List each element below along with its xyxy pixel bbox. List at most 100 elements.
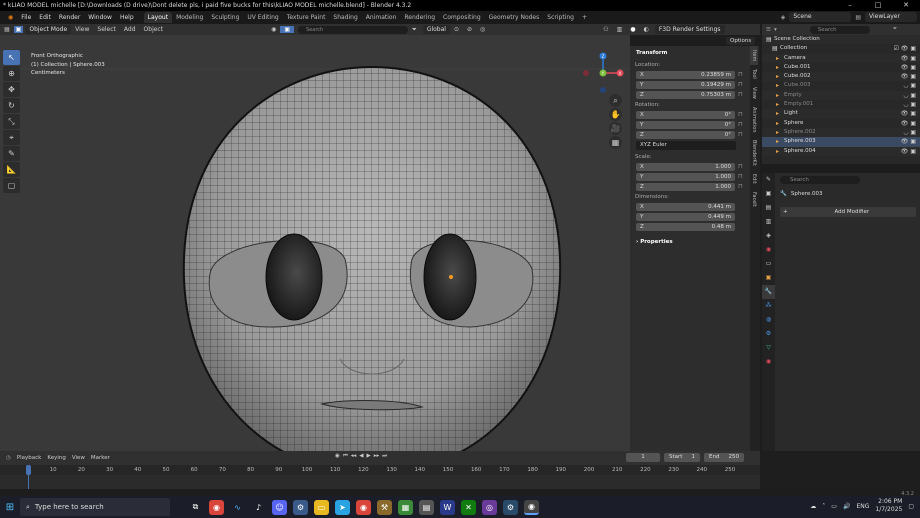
- annotate-tool-icon[interactable]: ✎: [3, 146, 20, 161]
- edge-icon[interactable]: ∿: [230, 500, 245, 515]
- add-modifier-button[interactable]: + Add Modifier: [780, 207, 916, 217]
- object-mode-dropdown[interactable]: Object Mode: [25, 25, 72, 34]
- outliner-editor-icon[interactable]: ☰: [766, 27, 771, 33]
- world-props-icon[interactable]: ◉: [762, 243, 775, 257]
- task-view-icon[interactable]: ⧉: [188, 500, 203, 515]
- word-icon[interactable]: W: [440, 499, 455, 515]
- shading-solid-icon[interactable]: ●: [626, 26, 639, 33]
- outliner-item-light[interactable]: ▸ Light 👁 ▣: [762, 109, 920, 119]
- collection-row[interactable]: ▤ Collection ☑ 👁 ▣: [762, 44, 920, 53]
- outliner-item-empty-001[interactable]: ▸ Empty.001 ◡ ▣: [762, 100, 920, 109]
- lock-icon[interactable]: ⊓: [735, 163, 746, 170]
- jump-end-icon[interactable]: ⏭: [382, 453, 387, 460]
- tab-view[interactable]: View: [750, 83, 758, 103]
- 3d-viewport[interactable]: [0, 24, 630, 451]
- outliner-item-cube-001[interactable]: ▸ Cube.001 👁 ▣: [762, 63, 920, 72]
- hidden-eye-icon[interactable]: ◡ ▣: [903, 128, 916, 137]
- location-x-row[interactable]: X 0.23859 m ⊓: [636, 70, 746, 79]
- measure-tool-icon[interactable]: 📐: [3, 162, 20, 177]
- tab-animation[interactable]: Animation: [750, 103, 758, 137]
- properties-header[interactable]: › Properties: [630, 235, 750, 249]
- navigation-gizmo[interactable]: Z X Y: [582, 52, 624, 94]
- menu-select[interactable]: Select: [93, 26, 120, 33]
- weather-icon[interactable]: ☁: [810, 503, 816, 510]
- outliner-item-empty[interactable]: ▸ Empty ◡ ▣: [762, 90, 920, 101]
- menu-marker[interactable]: Marker: [91, 455, 110, 461]
- cursor-tool-icon[interactable]: ⊕: [3, 66, 20, 81]
- dimensions-y-row[interactable]: Y 0.449 m: [636, 212, 746, 221]
- lock-icon[interactable]: ⊓: [735, 173, 746, 180]
- telegram-icon[interactable]: ➤: [335, 499, 350, 515]
- location-y-field[interactable]: 0.19429 m: [701, 81, 731, 89]
- location-z-row[interactable]: Z 0.75303 m ⊓: [636, 90, 746, 99]
- lock-icon[interactable]: ⊓: [735, 91, 746, 98]
- view-layer-icon[interactable]: ▤: [855, 14, 861, 21]
- play-icon[interactable]: ▶: [367, 453, 371, 460]
- clock[interactable]: 2:06 PM 1/7/2025: [875, 498, 902, 514]
- lock-icon[interactable]: ⊓: [735, 183, 746, 190]
- scale-y-row[interactable]: Y 1.000 ⊓: [636, 172, 746, 181]
- tab-texture-paint[interactable]: Texture Paint: [283, 12, 330, 23]
- selectability-icon[interactable]: ▣: [280, 26, 294, 33]
- rotation-z-row[interactable]: Z 0° ⊓: [636, 130, 746, 139]
- tool-props-icon[interactable]: ✎: [762, 173, 775, 187]
- tab-uv-editing[interactable]: UV Editing: [243, 12, 282, 23]
- material-props-icon[interactable]: ◉: [762, 355, 775, 369]
- blender-taskbar-icon[interactable]: ◉: [524, 499, 539, 515]
- dimensions-x-row[interactable]: X 0.441 m: [636, 202, 746, 211]
- tab-faceit[interactable]: FaceIt: [750, 188, 758, 211]
- rotation-y-field[interactable]: 0°: [725, 121, 731, 129]
- timeline-editor-icon[interactable]: ◷: [6, 455, 11, 461]
- proportional-edit-icon[interactable]: ◎: [476, 26, 489, 33]
- scale-y-field[interactable]: 1.000: [715, 173, 731, 181]
- network-icon[interactable]: ▭: [831, 503, 837, 510]
- lock-icon[interactable]: ⊓: [735, 131, 746, 138]
- next-key-icon[interactable]: ▸▸: [374, 453, 380, 460]
- scene-props-icon[interactable]: ◈: [762, 229, 775, 243]
- end-frame-field[interactable]: End 250: [704, 453, 744, 462]
- add-workspace-button[interactable]: +: [578, 12, 591, 23]
- outliner-item-cube-002[interactable]: ▸ Cube.002 👁 ▣: [762, 72, 920, 82]
- xbox-icon[interactable]: ✕: [461, 499, 476, 515]
- windows-start-icon[interactable]: ⊞: [0, 502, 20, 513]
- chevron-up-icon[interactable]: ˄: [822, 503, 825, 510]
- outliner-item-sphere[interactable]: ▸ Sphere 👁 ▣: [762, 119, 920, 128]
- lock-icon[interactable]: ⊓: [735, 71, 746, 78]
- close-button[interactable]: ✕: [892, 0, 920, 11]
- collection-props-icon[interactable]: ▭: [762, 257, 775, 271]
- outliner-item-sphere-002[interactable]: ▸ Sphere.002 ◡ ▣: [762, 127, 920, 138]
- tab-animation[interactable]: Animation: [362, 12, 401, 23]
- steam-alt-icon[interactable]: ⚙: [503, 499, 518, 515]
- sound-icon[interactable]: ♪: [251, 500, 266, 515]
- steam-icon[interactable]: ⚙: [293, 499, 308, 515]
- outliner-item-sphere-004[interactable]: ▸ Sphere.004 👁 ▣: [762, 146, 920, 156]
- scene-collection-row[interactable]: ▤ Scene Collection: [762, 35, 920, 45]
- tab-blenderkit[interactable]: BlenderKit: [750, 136, 758, 170]
- menu-playback[interactable]: Playback: [17, 455, 42, 461]
- scale-x-row[interactable]: X 1.000 ⊓: [636, 162, 746, 171]
- physics-props-icon[interactable]: ◍: [762, 313, 775, 327]
- add-cube-tool-icon[interactable]: ▢: [3, 178, 20, 193]
- menu-window[interactable]: Window: [84, 14, 116, 21]
- xray-icon[interactable]: ▥: [613, 26, 627, 33]
- menu-file[interactable]: File: [17, 14, 35, 21]
- tab-rendering[interactable]: Rendering: [400, 12, 439, 23]
- rotation-x-row[interactable]: X 0° ⊓: [636, 110, 746, 119]
- play-reverse-icon[interactable]: ◀: [359, 453, 363, 460]
- location-z-field[interactable]: 0.75303 m: [701, 91, 731, 99]
- filter-icon[interactable]: ⏷: [893, 26, 897, 33]
- dimensions-x-field[interactable]: 0.441 m: [708, 203, 731, 211]
- tab-tool[interactable]: Tool: [750, 65, 758, 83]
- pivot-icon[interactable]: ⊙: [450, 26, 463, 33]
- camera-view-icon[interactable]: 🎥: [609, 122, 622, 135]
- chrome-icon[interactable]: ◉: [209, 499, 224, 515]
- overlays-icon[interactable]: ⚇: [599, 26, 612, 33]
- scale-tool-icon[interactable]: ⤡: [3, 114, 20, 129]
- scale-z-field[interactable]: 1.000: [715, 183, 731, 191]
- prev-key-icon[interactable]: ◂◂: [351, 453, 357, 460]
- visibility-eye-icon[interactable]: 👁 ▣: [901, 119, 916, 128]
- tab-modeling[interactable]: Modeling: [172, 12, 207, 23]
- hidden-eye-icon[interactable]: ◡ ▣: [903, 91, 916, 100]
- volume-icon[interactable]: 🔊: [843, 503, 850, 510]
- hidden-eye-icon[interactable]: ◡ ▣: [903, 81, 916, 90]
